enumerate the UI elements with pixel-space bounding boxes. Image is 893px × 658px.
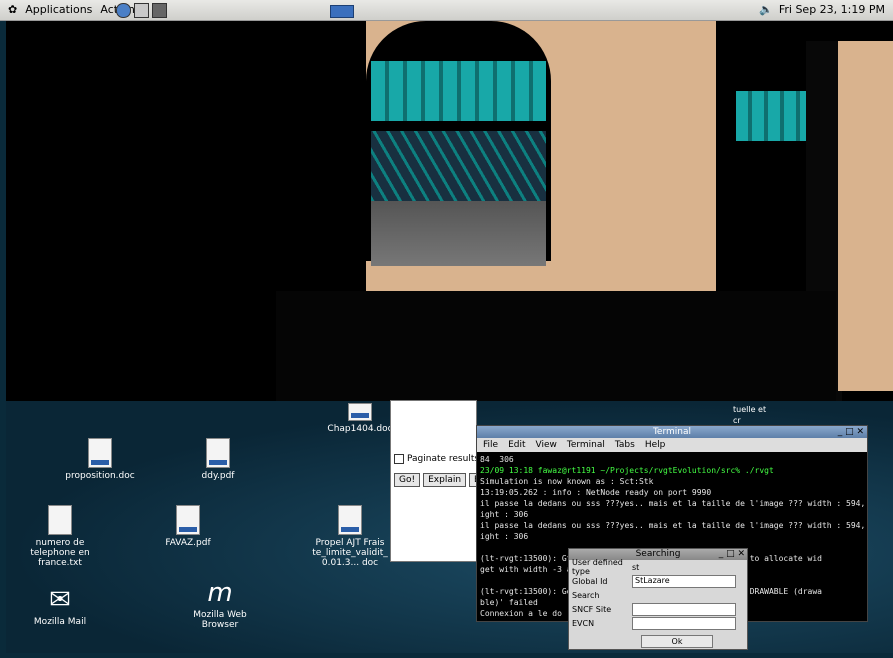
gnome-foot-icon: ✿ [8, 3, 18, 16]
global-id-radio[interactable]: Global Id [572, 577, 632, 586]
beam-structure [371, 131, 546, 201]
wall-right [838, 41, 893, 391]
mozilla-icon: m [207, 578, 233, 608]
document-icon [88, 438, 112, 468]
user-defined-row: User defined type st [569, 558, 747, 576]
search-row: Search [569, 588, 747, 602]
user-defined-value[interactable]: st [632, 563, 639, 572]
menu-view[interactable]: View [536, 440, 557, 450]
evcn-row: EVCN [569, 616, 747, 630]
3d-scene-viewport[interactable] [6, 21, 893, 401]
search-radio[interactable]: Search [572, 591, 632, 600]
searching-title: Searching [635, 549, 681, 559]
desktop-icon-chap[interactable]: Chap1404.doc [320, 403, 400, 434]
desktop-icon-mozilla-mail[interactable]: ✉ Mozilla Mail [20, 585, 100, 627]
go-button[interactable]: Go! [394, 473, 421, 487]
window-controls[interactable]: _ □ ✕ [838, 426, 864, 438]
paginate-row: Paginate results [394, 454, 479, 464]
roof-structure [371, 61, 546, 121]
paginate-checkbox[interactable] [394, 454, 404, 464]
explain-button[interactable]: Explain [423, 473, 467, 487]
evcn-select[interactable] [632, 616, 736, 630]
window-controls[interactable]: _ □ ✕ [719, 549, 745, 560]
paginate-label: Paginate results [407, 454, 480, 464]
browser-launcher-icon[interactable] [116, 3, 131, 18]
pdf-icon [176, 505, 200, 535]
menu-help[interactable]: Help [645, 440, 666, 450]
workspace-switcher[interactable] [330, 5, 354, 18]
launcher-icons [116, 3, 167, 18]
background-text: cr [733, 416, 741, 425]
editor-launcher-icon[interactable] [134, 3, 149, 18]
desktop-icon-numero[interactable]: numero de telephone en france.txt [20, 505, 100, 568]
mail-icon: ✉ [49, 585, 71, 615]
ok-button[interactable]: Ok [641, 635, 713, 648]
platform-area [371, 201, 546, 266]
volume-icon[interactable]: 🔈 [759, 3, 773, 16]
sncf-select[interactable] [632, 602, 736, 616]
desktop-icon-propel[interactable]: Propel AJT Frais te_limite_validit_ 0.01… [310, 505, 390, 568]
text-file-icon [48, 505, 72, 535]
desktop-icon-mozilla-web[interactable]: m Mozilla Web Browser [180, 578, 260, 630]
global-id-input[interactable]: StLazare [632, 574, 736, 588]
top-panel: ✿ Applications Actions 🔈 Fri Sep 23, 1:1… [0, 0, 893, 21]
terminal-menubar: File Edit View Terminal Tabs Help [477, 438, 867, 452]
menu-file[interactable]: File [483, 440, 498, 450]
document-icon [206, 438, 230, 468]
clock[interactable]: Fri Sep 23, 1:19 PM [779, 3, 885, 16]
sncf-row: SNCF Site [569, 602, 747, 616]
menu-tabs[interactable]: Tabs [615, 440, 635, 450]
desktop-icon-proposition[interactable]: proposition.doc [60, 438, 140, 481]
terminal-title: Terminal [652, 427, 692, 437]
sncf-label: SNCF Site [572, 604, 612, 614]
menu-terminal[interactable]: Terminal [567, 440, 605, 450]
evcn-label: EVCN [572, 618, 595, 628]
document-icon [338, 505, 362, 535]
desktop-icon-favaz[interactable]: FAVAZ.pdf [148, 505, 228, 548]
terminal-titlebar[interactable]: Terminal _ □ ✕ [477, 426, 867, 438]
global-id-row: Global Id StLazare [569, 574, 747, 588]
terminal-launcher-icon[interactable] [152, 3, 167, 18]
clock-area: 🔈 Fri Sep 23, 1:19 PM [759, 3, 885, 16]
applications-menu[interactable]: Applications [25, 3, 92, 16]
searching-dialog[interactable]: Searching _ □ ✕ User defined type st Glo… [568, 548, 748, 650]
background-text: tuelle et [733, 405, 767, 414]
document-icon [348, 403, 372, 421]
ground-shadow [276, 291, 836, 401]
desktop-icon-ddy[interactable]: ddy.pdf [178, 438, 258, 481]
menu-edit[interactable]: Edit [508, 440, 525, 450]
